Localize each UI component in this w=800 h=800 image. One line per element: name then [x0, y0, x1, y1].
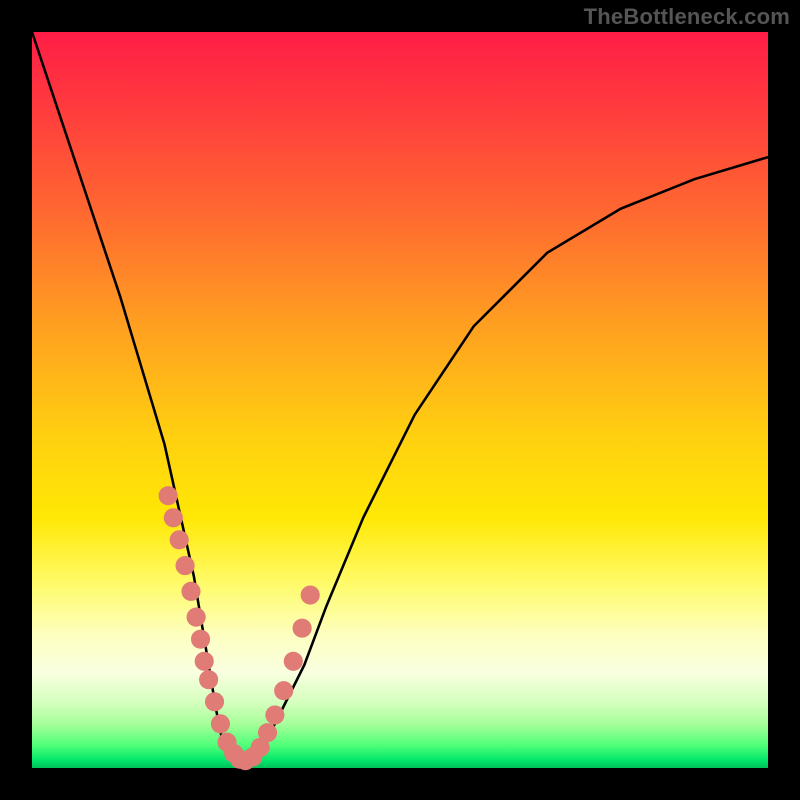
curve-marker: [191, 630, 210, 649]
curve-marker: [301, 585, 320, 604]
curve-marker: [195, 652, 214, 671]
watermark-text: TheBottleneck.com: [584, 4, 790, 30]
curve-marker: [211, 714, 230, 733]
curve-marker: [170, 530, 189, 549]
curve-marker: [265, 705, 284, 724]
curve-marker: [159, 486, 178, 505]
curve-marker: [176, 556, 195, 575]
curve-marker: [199, 670, 218, 689]
curve-marker: [187, 608, 206, 627]
curve-marker: [274, 681, 293, 700]
curve-marker: [284, 652, 303, 671]
curve-marker: [164, 508, 183, 527]
curve-marker: [293, 619, 312, 638]
chart-frame: TheBottleneck.com: [0, 0, 800, 800]
curve-marker: [205, 692, 224, 711]
plot-area: [32, 32, 768, 768]
curve-marker: [181, 582, 200, 601]
curve-marker: [258, 723, 277, 742]
chart-svg: [32, 32, 768, 768]
bottleneck-curve: [32, 32, 768, 761]
